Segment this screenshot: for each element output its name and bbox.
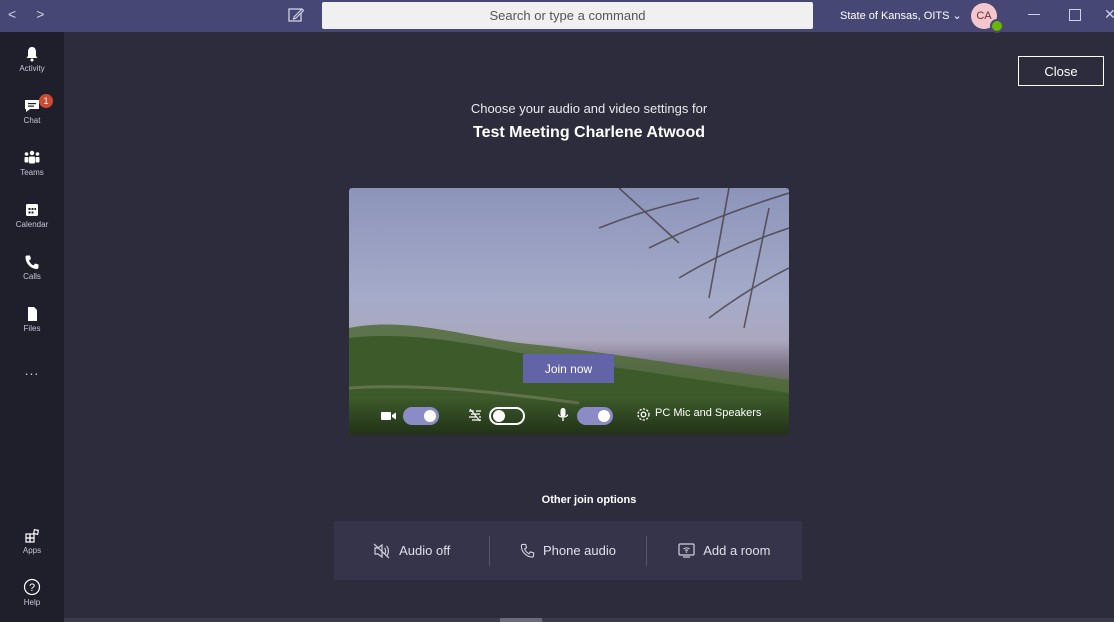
rail-item-chat[interactable]: Chat 1 [0, 94, 64, 125]
rail-item-calendar[interactable]: Calendar [0, 202, 64, 229]
add-room-option[interactable]: Add a room [647, 521, 802, 580]
video-preview: Join now PC Mic and Speakers [349, 188, 789, 435]
camera-icon [381, 412, 396, 420]
rail-item-label: Calls [23, 272, 41, 281]
rail-item-activity[interactable]: Activity [0, 46, 64, 73]
rail-item-label: Calendar [15, 220, 49, 229]
rail-item-files[interactable]: Files [0, 306, 64, 333]
search-input[interactable]: Search or type a command [322, 2, 813, 29]
app-rail: Activity Chat 1 Teams Calendar Calls Fil… [0, 32, 64, 622]
rail-item-label: Apps [22, 546, 42, 555]
pre-join-subtitle: Choose your audio and video settings for [470, 101, 708, 116]
toggle-knob [493, 410, 505, 422]
background-blur-icon [469, 408, 481, 422]
option-label: Phone audio [542, 543, 616, 558]
toggle-knob [424, 410, 436, 422]
other-join-options: Audio off Phone audio Add a room [334, 521, 802, 580]
rail-item-label: Activity [19, 64, 45, 73]
close-window-icon[interactable]: ✕ [1104, 6, 1114, 23]
meeting-title: Test Meeting Charlene Atwood [472, 124, 705, 141]
chat-icon [25, 100, 39, 112]
phone-icon [25, 255, 39, 269]
calendar-icon [26, 204, 38, 216]
gear-icon[interactable] [636, 407, 651, 422]
toggle-knob [598, 410, 610, 422]
maximize-icon[interactable] [1069, 9, 1081, 21]
teams-icon [24, 150, 40, 164]
device-settings-label[interactable]: PC Mic and Speakers [655, 407, 761, 419]
apps-icon [25, 528, 40, 543]
title-bar: < > Search or type a command State of Ka… [0, 0, 1114, 33]
unread-badge: 1 [39, 94, 53, 108]
file-icon [28, 307, 37, 321]
mic-toggle[interactable] [577, 407, 613, 425]
microphone-icon [557, 408, 569, 421]
back-arrow-icon[interactable]: < [8, 6, 16, 22]
rail-item-label: Files [23, 324, 41, 333]
option-label: Audio off [399, 543, 451, 558]
camera-toggle[interactable] [403, 407, 439, 425]
rail-item-label: Chat [23, 116, 41, 125]
presence-status-icon [990, 19, 1004, 33]
bell-icon [26, 47, 38, 62]
rail-item-label: Teams [20, 168, 44, 177]
blur-toggle[interactable] [489, 407, 525, 425]
help-icon: ? [23, 578, 41, 596]
phone-icon [520, 543, 535, 558]
rail-item-calls[interactable]: Calls [0, 254, 64, 281]
compose-icon[interactable] [287, 6, 305, 24]
phone-audio-option[interactable]: Phone audio [490, 521, 645, 580]
room-icon [678, 543, 695, 558]
rail-item-label: Help [23, 598, 41, 607]
more-icon: ... [24, 362, 40, 378]
audio-off-option[interactable]: Audio off [334, 521, 489, 580]
rail-item-teams[interactable]: Teams [0, 150, 64, 177]
more-apps-button[interactable]: ... [0, 362, 64, 378]
resize-handle [500, 618, 542, 622]
join-now-button[interactable]: Join now [523, 354, 614, 383]
bottom-edge [64, 618, 1114, 622]
minimize-icon[interactable] [1028, 14, 1040, 15]
rail-item-apps[interactable]: Apps [0, 528, 64, 555]
close-button[interactable]: Close [1018, 56, 1104, 86]
option-label: Add a room [703, 543, 771, 558]
nav-arrows: < > [8, 6, 44, 22]
rail-item-help[interactable]: ? Help [0, 578, 64, 607]
svg-text:?: ? [29, 582, 35, 594]
speaker-off-icon [373, 543, 390, 558]
forward-arrow-icon[interactable]: > [36, 6, 44, 22]
other-join-options-title: Other join options [541, 494, 637, 506]
org-switcher[interactable]: State of Kansas, OITS ⌄ [840, 9, 962, 22]
